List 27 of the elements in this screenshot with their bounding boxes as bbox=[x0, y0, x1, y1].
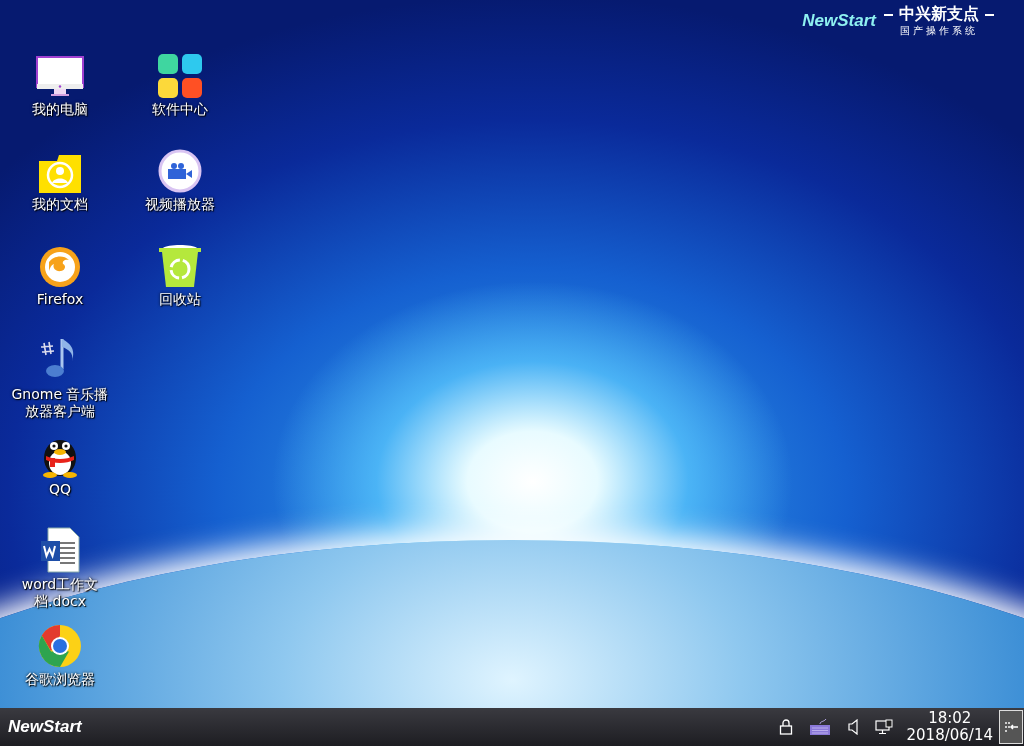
desktop-icon-label[interactable]: 回收站 bbox=[126, 291, 234, 308]
recycle-bin-icon[interactable] bbox=[157, 242, 203, 288]
desktop-icon-label[interactable]: 我的文档 bbox=[6, 196, 114, 213]
brand-tagline: 国产操作系统 bbox=[900, 25, 978, 37]
start-button[interactable]: NewStart bbox=[0, 713, 90, 741]
keyboard-icon[interactable] bbox=[808, 718, 831, 736]
brand-title: 中兴新支点 bbox=[899, 4, 979, 25]
speaker-icon[interactable] bbox=[846, 719, 859, 735]
document-icon[interactable] bbox=[40, 527, 80, 573]
desktop-icon-label[interactable]: QQ bbox=[6, 481, 114, 498]
video-camera-icon[interactable] bbox=[158, 149, 202, 193]
desktop-icon-label[interactable]: 我的电脑 bbox=[6, 101, 114, 118]
chrome-logo-icon[interactable] bbox=[38, 624, 82, 668]
fox-globe-icon[interactable] bbox=[39, 246, 81, 288]
show-desktop-button[interactable] bbox=[999, 710, 1023, 744]
desktop-icon-label[interactable]: Firefox bbox=[6, 291, 114, 308]
folder-icon[interactable] bbox=[38, 153, 82, 193]
clock[interactable]: 18:02 2018/06/14 bbox=[906, 710, 993, 744]
desktop-icon-label[interactable]: word工作文档.docx bbox=[6, 576, 114, 610]
logo-text: NewStart bbox=[802, 10, 876, 31]
tiles-icon[interactable] bbox=[158, 54, 202, 98]
desktop-icon-label[interactable]: 视频播放器 bbox=[126, 196, 234, 213]
lock-icon[interactable] bbox=[778, 719, 793, 735]
monitor-icon[interactable] bbox=[874, 719, 893, 735]
desktop-icon-label[interactable]: Gnome 音乐播放器客户端 bbox=[6, 386, 114, 420]
desktop-icon-label[interactable]: 软件中心 bbox=[126, 101, 234, 118]
monitor-icon[interactable] bbox=[36, 56, 84, 98]
